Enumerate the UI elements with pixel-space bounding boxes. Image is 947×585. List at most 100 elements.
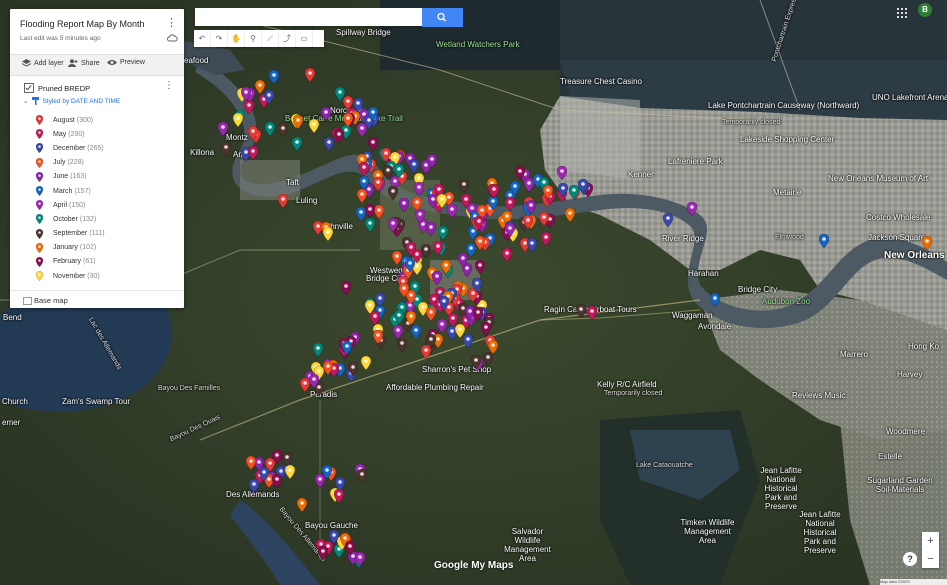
map-pin-icon[interactable] [427,154,437,168]
style-label[interactable]: Styled by DATE AND TIME [42,98,120,105]
chevron-down-icon[interactable]: ⌄ [23,97,28,105]
map-pin-icon[interactable] [259,467,269,481]
map-pin-icon[interactable] [388,186,398,200]
map-pin-icon[interactable] [409,159,419,173]
map-pin-icon[interactable] [357,123,367,137]
map-pin-icon[interactable] [269,70,279,84]
map-pin-icon[interactable] [565,208,575,222]
legend-item[interactable]: May (290) [36,127,105,141]
map-pin-icon[interactable] [461,194,471,208]
map-pin-icon[interactable] [459,179,469,193]
map-pin-icon[interactable] [341,281,351,295]
hand-icon[interactable]: ✋ [228,30,245,47]
map-pin-icon[interactable] [463,334,473,348]
map-pin-icon[interactable] [282,452,292,466]
map-pin-icon[interactable] [272,474,282,488]
map-pin-icon[interactable] [318,546,328,560]
map-pin-icon[interactable] [394,310,404,324]
map-pin-icon[interactable] [323,227,333,241]
preview-button[interactable]: Preview [107,59,145,66]
legend-item[interactable]: February (61) [36,255,105,269]
map-pin-icon[interactable] [365,204,375,218]
map-pin-icon[interactable] [393,325,403,339]
map-pin-icon[interactable] [663,213,673,227]
map-pin-icon[interactable] [505,223,515,237]
map-pin-icon[interactable] [353,98,363,112]
map-pin-icon[interactable] [426,334,436,348]
map-pin-icon[interactable] [370,311,380,325]
map-pin-icon[interactable] [527,238,537,252]
map-pin-icon[interactable] [415,209,425,223]
map-pin-icon[interactable] [543,185,553,199]
draw-line-icon[interactable]: ⟋ [262,30,279,47]
map-pin-icon[interactable] [272,450,282,464]
map-pin-icon[interactable] [710,293,720,307]
map-pin-icon[interactable] [489,184,499,198]
map-pin-icon[interactable] [687,202,697,216]
map-pin-icon[interactable] [578,179,588,193]
map-pin-icon[interactable] [381,148,391,162]
map-pin-icon[interactable] [526,200,536,214]
map-title[interactable]: Flooding Report Map By Month [20,19,145,29]
map-pin-icon[interactable] [246,456,256,470]
map-pin-icon[interactable] [541,232,551,246]
map-pin-icon[interactable] [483,352,493,366]
map-pin-icon[interactable] [475,260,485,274]
apps-grid-icon[interactable] [897,5,907,18]
map-pin-icon[interactable] [249,479,259,493]
map-pin-icon[interactable] [359,176,369,190]
map-pin-icon[interactable] [221,142,231,156]
directions-icon[interactable]: ⤴ [279,30,296,47]
map-pin-icon[interactable] [474,216,484,230]
map-pin-icon[interactable] [218,122,228,136]
map-pin-icon[interactable] [244,100,254,114]
legend-item[interactable]: July (228) [36,156,105,170]
map-pin-icon[interactable] [441,260,451,274]
map-pin-icon[interactable] [414,182,424,196]
map-pin-icon[interactable] [539,212,549,226]
legend-item[interactable]: December (265) [36,141,105,155]
legend-item[interactable]: November (30) [36,269,105,283]
map-pin-icon[interactable] [576,304,586,318]
map-pin-icon[interactable] [510,181,520,195]
map-pin-icon[interactable] [297,498,307,512]
map-pin-icon[interactable] [342,341,352,355]
map-pin-icon[interactable] [343,113,353,127]
map-pin-icon[interactable] [405,258,415,272]
map-pin-icon[interactable] [322,465,332,479]
map-pin-icon[interactable] [359,162,369,176]
map-pin-icon[interactable] [437,194,447,208]
map-pin-icon[interactable] [523,215,533,229]
map-pin-icon[interactable] [345,541,355,555]
map-pin-icon[interactable] [472,278,482,292]
layer-header[interactable]: Pruned BREDP [24,83,90,93]
layer-visibility-checkbox[interactable] [24,83,34,93]
legend-item[interactable]: August (300) [36,113,105,127]
map-pin-icon[interactable] [481,322,491,336]
map-pin-icon[interactable] [233,113,243,127]
map-pin-icon[interactable] [406,242,416,256]
map-pin-icon[interactable] [373,177,383,191]
map-pin-icon[interactable] [473,307,483,321]
layer-options-icon[interactable]: ⋮ [164,81,174,91]
map-pin-icon[interactable] [265,122,275,136]
map-pin-icon[interactable] [426,222,436,236]
map-pin-icon[interactable] [375,293,385,307]
undo-icon[interactable]: ↶ [194,30,211,47]
legend-item[interactable]: March (157) [36,184,105,198]
map-pin-icon[interactable] [587,306,597,320]
avatar[interactable]: B [918,3,932,17]
map-pin-icon[interactable] [292,137,302,151]
map-pin-icon[interactable] [373,330,383,344]
map-pin-icon[interactable] [323,361,333,375]
legend-item[interactable]: September (111) [36,227,105,241]
map-pin-icon[interactable] [394,164,404,178]
map-pin-icon[interactable] [557,166,567,180]
map-pin-icon[interactable] [293,115,303,129]
map-pin-icon[interactable] [502,248,512,262]
map-pin-icon[interactable] [524,178,534,192]
add-layer-button[interactable]: Add layer [22,59,64,67]
map-pin-icon[interactable] [439,296,449,310]
map-pin-icon[interactable] [819,234,829,248]
map-pin-icon[interactable] [335,87,345,101]
